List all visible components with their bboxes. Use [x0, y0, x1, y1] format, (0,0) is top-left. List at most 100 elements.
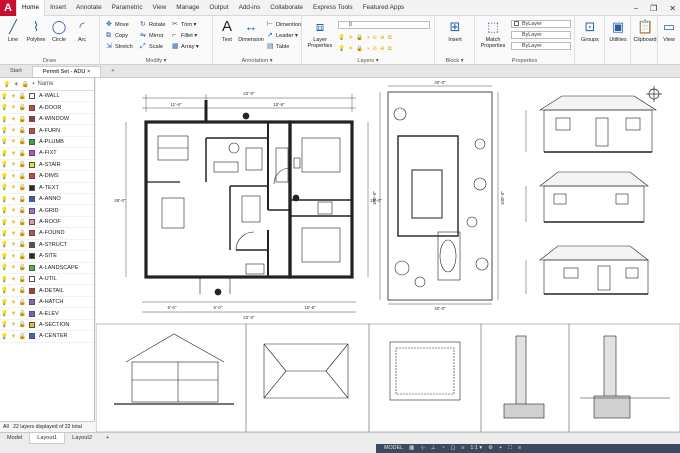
tab-layout2[interactable]: Layout2 [65, 433, 99, 444]
tab-output[interactable]: Output [204, 0, 233, 16]
text-tool[interactable]: A Text [215, 19, 239, 44]
layer-color-swatch[interactable] [29, 150, 35, 157]
freeze-icon[interactable]: ☀ [9, 241, 18, 248]
lock-icon[interactable]: 🔓 [18, 310, 27, 317]
freeze-icon[interactable]: ☀ [9, 138, 18, 145]
leader-tool[interactable]: ↗ Leader ▾ [267, 31, 298, 41]
layer-row[interactable]: 💡 ☀ 🔓 A-WINDOW [0, 114, 94, 126]
snap-icon[interactable]: ⊹ [420, 444, 425, 453]
layer-color-swatch[interactable] [29, 184, 35, 191]
fullscreen-icon[interactable]: ⛶ [508, 444, 512, 453]
freeze-icon[interactable]: ☀ [9, 173, 18, 180]
bulb-icon[interactable]: 💡 [0, 93, 9, 100]
layer-row[interactable]: 💡 ☀ 🔓 A-STRUCT [0, 240, 94, 252]
tab-view[interactable]: View [148, 0, 172, 16]
freeze-icon[interactable]: ☀ [9, 253, 18, 260]
bulb-icon[interactable]: 💡 [0, 264, 9, 271]
bulb-icon[interactable]: 💡 [0, 287, 9, 294]
lock-icon[interactable]: 🔓 [18, 184, 27, 191]
lock-icon[interactable]: 🔓 [18, 93, 27, 100]
bulb-icon[interactable]: 💡 [0, 230, 9, 237]
freeze-icon[interactable]: ☀ [9, 299, 18, 306]
grid-icon[interactable]: ▦ [409, 444, 414, 453]
layer-color-swatch[interactable] [29, 116, 35, 123]
tab-start[interactable]: Start [0, 66, 32, 77]
match-properties-button[interactable]: ⬚ Match Properties [479, 19, 507, 49]
layer-color-swatch[interactable] [29, 104, 35, 111]
view-panel[interactable]: ▭ View [658, 16, 680, 65]
lock-icon[interactable]: 🔓 [18, 207, 27, 214]
restore-icon[interactable]: ❐ [650, 4, 657, 13]
menu-icon[interactable]: ≡ [518, 444, 521, 453]
lock-icon[interactable]: 🔓 [18, 127, 27, 134]
lock-icon[interactable]: 🔓 [18, 116, 27, 123]
layer-color-swatch[interactable] [29, 196, 35, 203]
bulb-icon[interactable]: 💡 [0, 253, 9, 260]
lock-icon[interactable]: 🔓 [18, 104, 27, 111]
layer-row[interactable]: 💡 ☀ 🔓 A-ANNO [0, 194, 94, 206]
model-space-toggle[interactable]: MODEL [384, 444, 403, 453]
bulb-icon[interactable]: 💡 [0, 150, 9, 157]
tab-layout1[interactable]: Layout1 [29, 433, 66, 444]
settings-icon[interactable]: ⚙ [488, 444, 493, 453]
ortho-icon[interactable]: ⊥ [431, 444, 436, 453]
layer-row[interactable]: 💡 ☀ 🔓 A-SITE [0, 251, 94, 263]
tab-home[interactable]: Home [16, 0, 46, 16]
tab-annotate[interactable]: Annotate [71, 0, 107, 16]
layer-row[interactable]: 💡 ☀ 🔓 A-FIXT [0, 148, 94, 160]
lock-icon[interactable]: 🔓 [18, 219, 27, 226]
mirror-tool[interactable]: ⇋ Mirror [140, 31, 164, 41]
tab-parametric[interactable]: Parametric [107, 0, 148, 16]
bulb-icon[interactable]: 💡 [0, 138, 9, 145]
layer-color-swatch[interactable] [29, 310, 35, 317]
layer-color-swatch[interactable] [29, 276, 35, 283]
tab-add-ins[interactable]: Add-ins [234, 0, 266, 16]
freeze-icon[interactable]: ☀ [9, 184, 18, 191]
layer-row[interactable]: 💡 ☀ 🔓 A-GRID [0, 205, 94, 217]
lock-icon[interactable]: 🔓 [18, 230, 27, 237]
lock-column-icon[interactable]: 🔒 [22, 81, 29, 88]
layer-row[interactable]: 💡 ☀ 🔓 A-SECTION [0, 320, 94, 332]
lock-icon[interactable]: 🔓 [18, 138, 27, 145]
layer-color-swatch[interactable] [29, 173, 35, 180]
bulb-icon[interactable]: 💡 [0, 184, 9, 191]
dimension-tool[interactable]: ↔ Dimension [237, 19, 265, 43]
bulb-icon[interactable]: 💡 [0, 241, 9, 248]
lock-icon[interactable]: 🔓 [18, 196, 27, 203]
tab-featured-apps[interactable]: Featured Apps [358, 0, 410, 16]
freeze-icon[interactable]: ☀ [9, 207, 18, 214]
freeze-icon[interactable]: ☀ [9, 287, 18, 294]
freeze-icon[interactable]: ☀ [9, 276, 18, 283]
move-tool[interactable]: ✥ Move [106, 20, 129, 30]
stretch-tool[interactable]: ⇲ Stretch [106, 42, 133, 52]
lock-icon[interactable]: 🔓 [18, 287, 27, 294]
freeze-icon[interactable]: ☀ [9, 264, 18, 271]
lock-icon[interactable]: 🔓 [18, 161, 27, 168]
copy-tool[interactable]: ⧉ Copy [106, 31, 128, 41]
lock-icon[interactable]: 🔓 [18, 276, 27, 283]
polyline-tool[interactable]: ⌇ Polyline [24, 19, 48, 43]
scale-tool[interactable]: ⤢ Scale [140, 42, 163, 52]
layer-row[interactable]: 💡 ☀ 🔓 A-UTIL [0, 274, 94, 286]
layer-row[interactable]: 💡 ☀ 🔓 A-HATCH [0, 297, 94, 309]
lineweight-icon[interactable]: ≡ [461, 444, 464, 453]
freeze-icon[interactable]: ☀ [9, 230, 18, 237]
drawing-canvas[interactable]: 22'-0" 11'-6" 10'-6" 22'-0" 5'-6" 6'-0" … [96, 78, 680, 432]
layer-row[interactable]: 💡 ☀ 🔓 A-DETAIL [0, 285, 94, 297]
layer-color-swatch[interactable] [29, 333, 35, 340]
lock-icon[interactable]: 🔓 [18, 241, 27, 248]
arc-tool[interactable]: ◜ Arc [70, 19, 94, 43]
bulb-icon[interactable]: 💡 [0, 310, 9, 317]
array-tool[interactable]: ▦ Array ▾ [172, 42, 199, 52]
bulb-icon[interactable]: 💡 [0, 321, 9, 328]
layer-row[interactable]: 💡 ☀ 🔓 A-LANDSCAPE [0, 263, 94, 274]
minimize-icon[interactable]: − [633, 4, 638, 13]
layer-row[interactable]: 💡 ☀ 🔓 A-FOUND [0, 228, 94, 240]
freeze-icon[interactable]: ☀ [9, 127, 18, 134]
layer-color-swatch[interactable] [29, 93, 35, 100]
line-tool[interactable]: ╱ Line [1, 19, 25, 43]
freeze-column-icon[interactable]: ☀ [13, 81, 18, 88]
freeze-icon[interactable]: ☀ [9, 150, 18, 157]
layer-row[interactable]: 💡 ☀ 🔓 A-DOOR [0, 102, 94, 114]
layer-row[interactable]: 💡 ☀ 🔓 A-CENTER [0, 331, 94, 343]
